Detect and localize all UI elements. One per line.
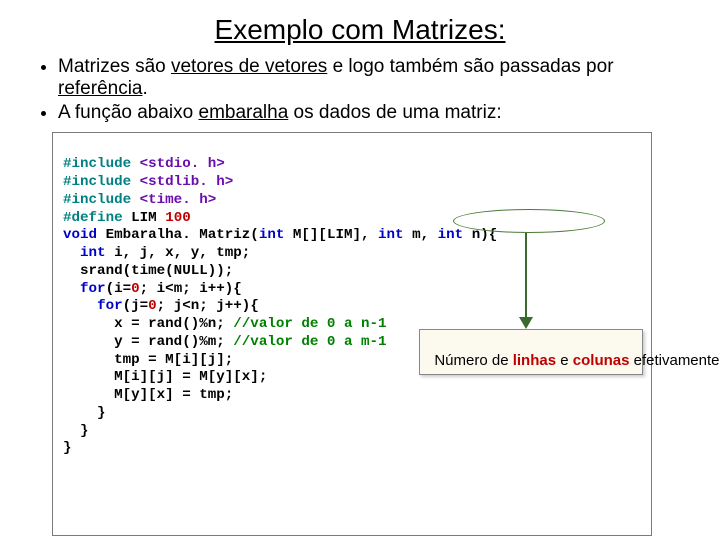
number: 100 bbox=[165, 210, 191, 226]
slide-title: Exemplo com Matrizes: bbox=[30, 14, 690, 46]
bullet-list: Matrizes são vetores de vetores e logo t… bbox=[30, 56, 690, 124]
header: <time. h> bbox=[140, 192, 217, 208]
keyword: #define bbox=[63, 210, 131, 226]
code-block: #include <stdio. h> #include <stdlib. h>… bbox=[52, 132, 652, 537]
indent bbox=[63, 245, 80, 261]
code-text: } bbox=[63, 423, 89, 439]
bullet-1: Matrizes são vetores de vetores e logo t… bbox=[58, 56, 690, 100]
indent bbox=[63, 281, 80, 297]
code-text: M[i][j] = M[y][x]; bbox=[63, 369, 267, 385]
code-text: (i= bbox=[106, 281, 132, 297]
callout-box: Número de linhas e colunas efetivamente … bbox=[419, 329, 643, 375]
code-text: M[][LIM], bbox=[284, 227, 378, 243]
keyword: for bbox=[80, 281, 106, 297]
macro: LIM bbox=[131, 210, 165, 226]
keyword: #include bbox=[63, 192, 140, 208]
text: A função abaixo bbox=[58, 102, 199, 123]
code-text: } bbox=[63, 405, 106, 421]
code-text: srand(time(NULL)); bbox=[63, 263, 233, 279]
code-text: (j= bbox=[123, 298, 149, 314]
keyword: #include bbox=[63, 174, 140, 190]
text: . bbox=[143, 78, 148, 99]
number: 0 bbox=[148, 298, 157, 314]
underline-text: vetores de vetores bbox=[171, 56, 327, 77]
keyword: int bbox=[259, 227, 285, 243]
keyword: #include bbox=[63, 156, 140, 172]
code-text: n){ bbox=[463, 227, 497, 243]
text: efetivamente em uso. bbox=[629, 352, 720, 369]
comment: //valor de 0 a n-1 bbox=[233, 316, 386, 332]
code-text: Embaralha. Matriz( bbox=[97, 227, 259, 243]
code-text: M[y][x] = tmp; bbox=[63, 387, 233, 403]
code-text: i, j, x, y, tmp; bbox=[106, 245, 251, 261]
underline-text: referência bbox=[58, 78, 143, 99]
arrow-head-icon bbox=[519, 317, 533, 329]
code-text: ; j<n; j++){ bbox=[157, 298, 259, 314]
text: e bbox=[556, 352, 573, 369]
comment: //valor de 0 a m-1 bbox=[233, 334, 386, 350]
header: <stdlib. h> bbox=[140, 174, 234, 190]
code-text: ; i<m; i++){ bbox=[140, 281, 242, 297]
text: Matrizes são bbox=[58, 56, 171, 77]
indent bbox=[63, 298, 97, 314]
code-text: } bbox=[63, 440, 72, 456]
code-text: x = rand()%n; bbox=[63, 316, 233, 332]
emphasis: linhas bbox=[513, 352, 556, 369]
header: <stdio. h> bbox=[140, 156, 225, 172]
keyword: void bbox=[63, 227, 97, 243]
number: 0 bbox=[131, 281, 140, 297]
emphasis: colunas bbox=[573, 352, 630, 369]
keyword: int bbox=[438, 227, 464, 243]
keyword: for bbox=[97, 298, 123, 314]
text: e logo também são passadas por bbox=[327, 56, 613, 77]
arrow-icon bbox=[525, 233, 527, 319]
underline-text: embaralha bbox=[199, 102, 289, 123]
text: os dados de uma matriz: bbox=[288, 102, 501, 123]
bullet-2: A função abaixo embaralha os dados de um… bbox=[58, 102, 690, 124]
code-text: m, bbox=[404, 227, 438, 243]
code-text: tmp = M[i][j]; bbox=[63, 352, 233, 368]
code-text: y = rand()%m; bbox=[63, 334, 233, 350]
text: Número de bbox=[434, 352, 512, 369]
keyword: int bbox=[378, 227, 404, 243]
keyword: int bbox=[80, 245, 106, 261]
